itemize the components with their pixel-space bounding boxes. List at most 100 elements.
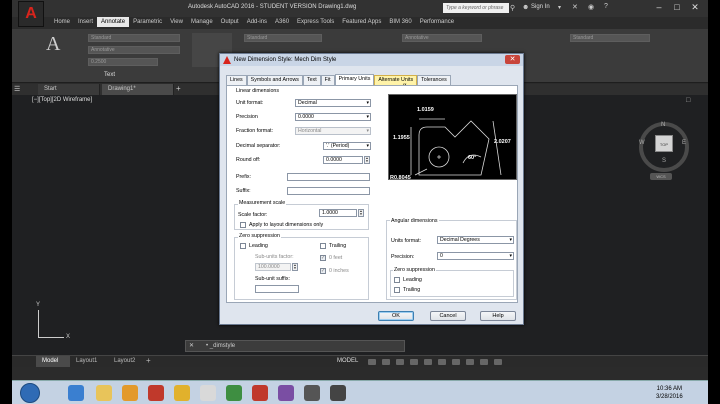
customize-icon[interactable] (494, 359, 502, 365)
tab-fit[interactable]: Fit (320, 75, 335, 85)
compass-east[interactable]: E (682, 140, 686, 146)
skype-icon[interactable] (200, 385, 216, 401)
sign-in-link[interactable]: Sign In (531, 4, 550, 10)
model-space-toggle[interactable]: MODEL (337, 358, 358, 364)
tab-layout2[interactable]: Layout2 (108, 356, 144, 367)
start-button[interactable] (20, 383, 40, 403)
cancel-button[interactable]: Cancel (430, 311, 466, 321)
close-window-button[interactable]: ✕ (688, 1, 702, 13)
ie-icon[interactable] (68, 385, 84, 401)
tab-a360[interactable]: A360 (271, 17, 293, 27)
workspace-icon[interactable] (480, 359, 488, 365)
polar-icon[interactable] (410, 359, 418, 365)
close-command-icon[interactable]: ✕ (189, 342, 194, 349)
tab-manage[interactable]: Manage (187, 17, 217, 27)
scale-factor-spinner[interactable]: ▲ ▼ (358, 209, 364, 217)
text-annotative-select[interactable]: Annotative (88, 46, 180, 54)
decimal-separator-select[interactable]: '.' (Period) ▾ (323, 142, 371, 150)
scale-factor-input[interactable]: 1.0000 (319, 209, 357, 217)
tab-view[interactable]: View (166, 17, 187, 27)
new-tab-icon[interactable]: + (176, 84, 181, 93)
tab-add-ins[interactable]: Add-ins (243, 17, 271, 27)
zero-inches-checkbox[interactable]: ✓ (320, 268, 326, 274)
tab-home[interactable]: Home (50, 17, 74, 27)
help-button[interactable]: Help (480, 311, 516, 321)
tab-lines[interactable]: Lines (226, 75, 247, 85)
search-input[interactable]: Type a keyword or phrase (443, 3, 509, 13)
autocad-logo-icon[interactable]: A (18, 1, 44, 27)
command-line[interactable]: • _dimstyle (185, 340, 405, 352)
multiline-text-icon[interactable]: A (46, 33, 60, 56)
text-style-select[interactable]: Standard (88, 34, 180, 42)
tab-featured-apps[interactable]: Featured Apps (338, 17, 385, 27)
ortho-icon[interactable] (396, 359, 404, 365)
tab-model[interactable]: Model (36, 356, 70, 367)
apply-layout-checkbox[interactable] (240, 222, 246, 228)
leading-checkbox[interactable] (240, 243, 246, 249)
autocad-taskbar-icon[interactable] (252, 385, 268, 401)
tab-layout1[interactable]: Layout1 (70, 356, 106, 367)
tab-parametric[interactable]: Parametric (129, 17, 166, 27)
system-clock[interactable]: 10:36 AM 3/28/2016 (656, 385, 683, 401)
unit-format-select[interactable]: Decimal ▾ (295, 99, 371, 107)
maximize-button[interactable]: □ (670, 1, 684, 13)
grid-icon[interactable] (368, 359, 376, 365)
precision-select[interactable]: 0.0000 ▾ (295, 113, 371, 121)
subunits-factor-spinner[interactable]: ▲ ▼ (292, 263, 298, 271)
viewport-controls[interactable]: [−][Top][2D Wireframe] (32, 97, 92, 103)
angular-trailing-checkbox[interactable] (394, 287, 400, 293)
subunits-factor-input[interactable]: 100.0000 (255, 263, 291, 271)
dialog-close-button[interactable]: ✕ (505, 55, 520, 64)
help-icon[interactable]: ? (604, 3, 608, 10)
table-style-select[interactable]: Standard (570, 34, 650, 42)
app4-icon[interactable] (330, 385, 346, 401)
otrack-icon[interactable] (438, 359, 446, 365)
app3-icon[interactable] (304, 385, 320, 401)
menu-icon[interactable]: ☰ (14, 85, 20, 93)
tab-performance[interactable]: Performance (416, 17, 458, 27)
viewcube-top[interactable]: TOP (655, 135, 673, 152)
exchange-icon[interactable]: ✕ (572, 3, 578, 11)
angular-leading-checkbox[interactable] (394, 277, 400, 283)
compass-north[interactable]: N (661, 122, 665, 128)
trailing-checkbox[interactable] (320, 243, 326, 249)
angular-units-select[interactable]: Decimal Degrees ▾ (437, 236, 514, 244)
tab-alternate-units[interactable]: Alternate Units (374, 75, 418, 85)
explorer-icon[interactable] (96, 385, 112, 401)
compass-west[interactable]: W (639, 140, 645, 146)
tab-drawing1[interactable]: Drawing1* (102, 84, 174, 95)
app2-icon[interactable] (278, 385, 294, 401)
round-off-input[interactable]: 0.0000 (323, 156, 363, 164)
ok-button[interactable]: OK (378, 311, 414, 321)
tab-primary-units[interactable]: Primary Units (334, 74, 375, 85)
suffix-input[interactable] (287, 187, 370, 195)
media-icon[interactable] (122, 385, 138, 401)
round-off-spinner[interactable]: ▲ ▼ (364, 156, 370, 164)
tab-start[interactable]: Start (38, 84, 100, 95)
snap-icon[interactable] (382, 359, 390, 365)
tab-bim-360[interactable]: BIM 360 (385, 17, 415, 27)
tab-output[interactable]: Output (217, 17, 243, 27)
zero-feet-checkbox[interactable]: ✓ (320, 255, 326, 261)
text-height-input[interactable]: 0.2500 (88, 58, 158, 66)
leader-style-select[interactable]: Annotative (402, 34, 482, 42)
prefix-input[interactable] (287, 173, 370, 181)
minimize-button[interactable]: – (652, 1, 666, 13)
app-icon[interactable] (226, 385, 242, 401)
dim-style-select[interactable]: Standard (244, 34, 322, 42)
annotation-scale-icon[interactable] (466, 359, 474, 365)
text-panel-label[interactable]: Text (104, 72, 115, 78)
dropdown-arrow-icon[interactable]: ▾ (558, 4, 561, 11)
tab-insert[interactable]: Insert (74, 17, 97, 27)
fraction-format-select[interactable]: Horizontal ▾ (295, 127, 371, 135)
viewport-restore-icon[interactable]: □ (686, 97, 690, 104)
wcs-menu[interactable]: WCS (650, 173, 672, 180)
compass-south[interactable]: S (662, 158, 666, 164)
search-icon[interactable]: ⚲ (510, 4, 515, 12)
powerpoint-icon[interactable] (148, 385, 164, 401)
stay-connected-icon[interactable]: ◉ (588, 3, 594, 11)
chrome-icon[interactable] (174, 385, 190, 401)
add-layout-icon[interactable]: + (146, 356, 151, 365)
subunit-suffix-input[interactable] (255, 285, 299, 293)
angular-precision-select[interactable]: 0 ▾ (437, 252, 514, 260)
